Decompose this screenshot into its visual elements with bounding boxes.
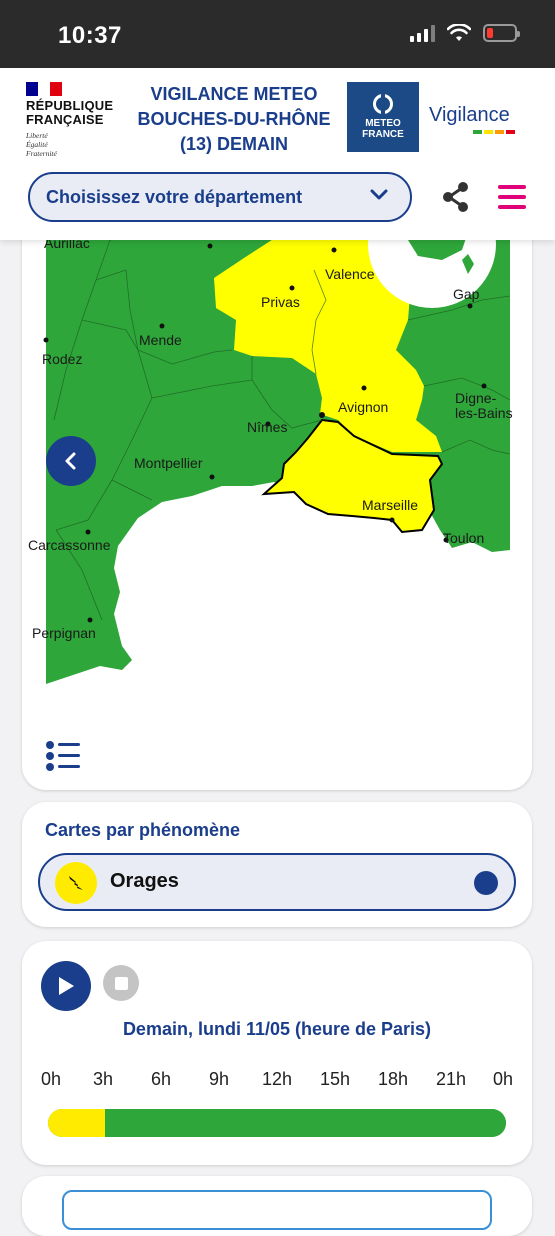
timeline-segment-vert — [105, 1109, 506, 1137]
rf-name-line2: FRANÇAISE — [26, 112, 104, 127]
motto-liberte: Liberté — [26, 131, 48, 140]
battery-icon — [483, 24, 520, 42]
hour-tick: 0h — [40, 1069, 62, 1089]
city-label-carcassonne: Carcassonne — [28, 537, 111, 553]
city-label-privas: Privas — [261, 294, 300, 310]
city-label-toulon: Toulon — [443, 530, 484, 546]
legend-list-icon[interactable] — [45, 740, 81, 772]
hour-tick: 18h — [377, 1069, 409, 1089]
city-label-montpellier: Montpellier — [134, 455, 203, 471]
vigilance-map[interactable]: Aurillac Valence Privas Gap Mende Rodez … — [22, 200, 532, 790]
chevron-left-icon — [65, 452, 76, 470]
city-label-nimes: Nîmes — [247, 419, 287, 435]
hour-tick: 3h — [92, 1069, 114, 1089]
hour-tick: 9h — [208, 1069, 230, 1089]
city-label-digne-les-bains: les-Bains — [455, 405, 513, 421]
vigilance-brand: Vigilance — [429, 104, 510, 126]
mf-line1: METEO — [365, 118, 401, 129]
title-line2: BOUCHES-DU-RHÔNE — [137, 109, 331, 129]
storm-badge — [55, 862, 97, 904]
wifi-icon — [447, 24, 471, 41]
timeline-hours: 0h 3h 6h 9h 12h 15h 18h 21h 0h — [22, 1069, 532, 1093]
department-select-label: Choisissez votre département — [46, 186, 303, 207]
vigilance-map-card: Aurillac Valence Privas Gap Mende Rodez … — [22, 200, 532, 790]
city-label-avignon: Avignon — [338, 399, 388, 415]
title-line1: VIGILANCE METEO — [150, 84, 318, 104]
status-icons — [410, 24, 520, 42]
vigilance-timeline-bar[interactable] — [48, 1109, 506, 1137]
department-select[interactable]: Choisissez votre département — [28, 172, 412, 222]
city-label-rodez: Rodez — [42, 351, 82, 367]
city-label-marseille: Marseille — [362, 497, 418, 513]
map-previous-button[interactable] — [46, 436, 96, 486]
app-header: RÉPUBLIQUE FRANÇAISE Liberté Égalité Fra… — [0, 68, 555, 240]
republique-francaise-logo: RÉPUBLIQUE FRANÇAISE Liberté Égalité Fra… — [26, 82, 126, 158]
phenomena-title: Cartes par phénomène — [45, 820, 241, 840]
hour-tick: 0h — [492, 1069, 514, 1089]
hour-tick: 6h — [150, 1069, 172, 1089]
timeline-segment-jaune — [48, 1109, 106, 1137]
city-label-digne: Digne- — [455, 390, 497, 406]
status-time: 10:37 — [58, 22, 122, 49]
stop-button[interactable] — [103, 965, 139, 1001]
phenomenon-select[interactable]: Orages — [38, 853, 516, 911]
city-label-perpignan: Perpignan — [32, 625, 96, 641]
hour-tick: 15h — [319, 1069, 351, 1089]
timeline-date-label: Demain, lundi 11/05 (heure de Paris) — [122, 1019, 432, 1039]
share-icon[interactable] — [440, 181, 472, 213]
mf-line2: FRANCE — [362, 129, 404, 140]
stop-icon — [114, 976, 128, 990]
menu-icon[interactable] — [498, 185, 526, 209]
phenomenon-selected-dot — [474, 871, 498, 895]
rf-name-line1: RÉPUBLIQUE — [26, 98, 114, 113]
city-label-gap: Gap — [453, 286, 480, 302]
next-card — [22, 1176, 532, 1236]
cellular-signal-icon — [410, 24, 435, 42]
timeline-card: Demain, lundi 11/05 (heure de Paris) 0h … — [22, 941, 532, 1165]
phenomenon-label: Orages — [110, 870, 179, 892]
phenomena-card: Cartes par phénomène Orages — [22, 802, 532, 927]
chevron-down-icon — [370, 189, 388, 200]
hour-tick: 21h — [435, 1069, 467, 1089]
city-label-mende: Mende — [139, 332, 182, 348]
french-flag-icon — [26, 82, 62, 96]
next-card-button[interactable] — [62, 1190, 492, 1230]
lightning-icon — [69, 876, 83, 890]
play-button[interactable] — [41, 961, 91, 1011]
page-title: VIGILANCE METEO BOUCHES-DU-RHÔNE (13) DE… — [118, 82, 350, 157]
play-icon — [59, 977, 74, 995]
title-line3: (13) DEMAIN — [179, 134, 288, 154]
motto-egalite: Égalité — [26, 140, 48, 149]
vigilance-colors-icon — [473, 130, 515, 134]
hour-tick: 12h — [261, 1069, 293, 1089]
status-bar: 10:37 — [0, 0, 555, 68]
motto-fraternite: Fraternité — [26, 149, 57, 158]
meteo-france-logo: METEO FRANCE — [347, 82, 419, 152]
city-label-valence: Valence — [325, 266, 375, 282]
